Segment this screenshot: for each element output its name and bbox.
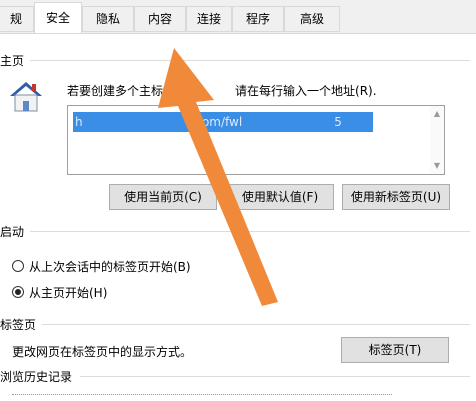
tab-bar: 规 安全 隐私 内容 连接 程序 高级 (0, 0, 476, 34)
tab-security[interactable]: 安全 (34, 2, 82, 34)
tab-divider (0, 33, 476, 34)
homepage-instruction: 若要创建多个主标 请在每行输入一个地址(R). (67, 84, 377, 98)
tab-programs[interactable]: 程序 (232, 6, 284, 32)
history-group-title: 浏览历史记录 (0, 370, 73, 384)
use-current-page-button[interactable]: 使用当前页(C) (109, 184, 217, 210)
use-default-button[interactable]: 使用默认值(F) (226, 184, 334, 210)
startup-separator (30, 231, 470, 232)
homepage-separator (30, 60, 470, 61)
startup-group-title: 启动 (0, 225, 25, 239)
history-description-cut (12, 392, 392, 401)
radio-button[interactable] (12, 260, 24, 272)
startup-option-last-session[interactable]: 从上次会话中的标签页开始(B) (12, 257, 191, 275)
tabs-description: 更改网页在标签页中的显示方式。 (12, 345, 193, 359)
tab-advanced[interactable]: 高级 (284, 6, 340, 32)
history-separator (80, 376, 470, 377)
tabs-separator (42, 324, 470, 325)
scroll-down-icon[interactable]: ▼ (430, 159, 444, 173)
tabs-settings-button[interactable]: 标签页(T) (341, 337, 449, 363)
house-icon (10, 82, 42, 112)
tab-privacy[interactable]: 隐私 (82, 6, 134, 32)
url-scrollbar[interactable]: ▲ ▼ (430, 106, 444, 174)
tab-content[interactable]: 内容 (134, 6, 186, 32)
tab-connections[interactable]: 连接 (186, 6, 232, 32)
homepage-url-text: h o om/fwl 5 (75, 115, 342, 129)
tab-general[interactable]: 规 (0, 6, 34, 32)
tabs-group-title: 标签页 (0, 318, 37, 332)
radio-button-selected[interactable] (12, 286, 24, 298)
startup-option-homepage[interactable]: 从主页开始(H) (12, 283, 107, 301)
scroll-up-icon[interactable]: ▲ (430, 107, 444, 121)
homepage-url-textarea[interactable]: h o om/fwl 5 ▲ ▼ (67, 105, 445, 175)
homepage-group-title: 主页 (0, 54, 25, 68)
use-new-tab-button[interactable]: 使用新标签页(U) (342, 184, 450, 210)
